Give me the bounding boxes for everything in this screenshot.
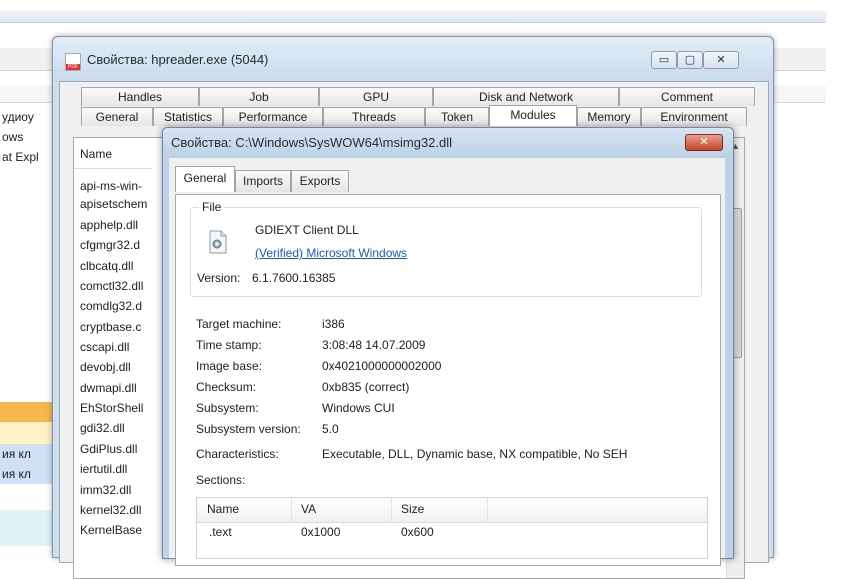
time-stamp-label: Time stamp: [196, 338, 262, 352]
list-item[interactable]: EhStorShell [80, 398, 154, 418]
list-item[interactable]: apphelp.dll [80, 215, 154, 235]
checksum-label: Checksum: [196, 380, 257, 394]
tab-token[interactable]: Token [425, 107, 489, 126]
dll-file-icon [207, 230, 229, 254]
column-divider[interactable] [291, 498, 292, 522]
subsystem-label: Subsystem: [196, 401, 259, 415]
image-base-value: 0x4021000000002000 [322, 359, 442, 373]
background-row[interactable]: удиоу [0, 110, 58, 128]
background-row-highlight[interactable] [0, 422, 56, 444]
column-header-size[interactable]: Size [401, 502, 424, 516]
file-description: GDIEXT Client DLL [255, 223, 359, 237]
list-item[interactable]: KernelBase [80, 520, 154, 540]
column-divider[interactable] [391, 498, 392, 522]
tab-dll-exports[interactable]: Exports [291, 170, 349, 192]
tab-environment[interactable]: Environment [641, 107, 747, 126]
list-item[interactable]: gdi32.dll [80, 418, 154, 438]
dialog-close-button[interactable]: ✕ [685, 134, 723, 151]
column-header-section-name[interactable]: Name [207, 502, 239, 516]
target-machine-label: Target machine: [196, 317, 282, 331]
minimize-button[interactable]: ▭ [651, 51, 677, 69]
section-name-cell[interactable]: .text [209, 525, 232, 539]
tab-job[interactable]: Job [199, 87, 319, 106]
sections-label: Sections: [196, 473, 246, 487]
list-item[interactable]: comctl32.dll [80, 276, 154, 296]
column-divider[interactable] [487, 498, 488, 522]
tab-handles[interactable]: Handles [81, 87, 199, 106]
sections-table: Name VA Size .text 0x1000 0x600 [196, 497, 708, 559]
dialog-title: Свойства: C:\Windows\SysWOW64\msimg32.dl… [171, 135, 453, 150]
dll-properties-dialog: Свойства: C:\Windows\SysWOW64\msimg32.dl… [162, 127, 734, 566]
tab-modules[interactable]: Modules [489, 105, 577, 126]
dialog-client-area: General Imports Exports File GDIEXT Clie… [169, 158, 725, 566]
checksum-value: 0xb835 (correct) [322, 380, 410, 394]
list-item[interactable]: api-ms-win- [80, 176, 154, 196]
subsystem-value: Windows CUI [322, 401, 395, 415]
column-header-va[interactable]: VA [301, 502, 316, 516]
tab-statistics[interactable]: Statistics [153, 107, 223, 126]
general-tab-page: File GDIEXT Client DLL (Verified) Micros… [175, 194, 721, 566]
background-menu-bar [0, 10, 826, 23]
list-item[interactable]: cscapi.dll [80, 337, 154, 357]
section-size-cell[interactable]: 0x600 [401, 525, 434, 539]
list-item[interactable]: kernel32.dll [80, 500, 154, 520]
tab-gpu[interactable]: GPU [319, 87, 433, 106]
window-title: Свойства: hpreader.exe (5044) [87, 52, 269, 67]
list-item[interactable]: cryptbase.c [80, 317, 154, 337]
background-row[interactable]: ия кл [0, 444, 58, 464]
tab-performance[interactable]: Performance [223, 107, 323, 126]
image-base-label: Image base: [196, 359, 263, 373]
version-label: Version: [197, 271, 241, 285]
list-item[interactable]: GdiPlus.dll [80, 439, 154, 459]
dialog-title-bar[interactable]: Свойства: C:\Windows\SysWOW64\msimg32.dl… [163, 128, 733, 158]
tab-comment[interactable]: Comment [619, 87, 755, 106]
maximize-button[interactable]: ▢ [677, 51, 703, 69]
subsystem-version-label: Subsystem version: [196, 422, 301, 436]
list-item[interactable]: cfgmgr32.d [80, 235, 154, 255]
time-stamp-value: 3:08:48 14.07.2009 [322, 338, 426, 352]
background-row[interactable]: ows [0, 130, 58, 148]
version-value: 6.1.7600.16385 [252, 271, 336, 285]
tab-dll-imports[interactable]: Imports [235, 170, 291, 192]
file-group-box: File GDIEXT Client DLL (Verified) Micros… [190, 200, 702, 297]
close-button[interactable]: ✕ [703, 51, 739, 69]
column-header-name[interactable]: Name [80, 147, 112, 161]
tab-memory[interactable]: Memory [577, 107, 641, 126]
sections-table-header: Name VA Size [197, 498, 707, 523]
tab-disk-and-network[interactable]: Disk and Network [433, 87, 619, 106]
window-title-bar[interactable]: PDF Свойства: hpreader.exe (5044) ▭ ▢ ✕ [53, 37, 773, 81]
list-header: Name [74, 138, 152, 169]
tab-threads[interactable]: Threads [323, 107, 425, 126]
list-item[interactable]: dwmapi.dll [80, 378, 154, 398]
list-item[interactable]: apisetschem [80, 194, 154, 214]
tab-general[interactable]: General [81, 107, 153, 126]
background-row-highlight[interactable] [0, 402, 56, 422]
list-item[interactable]: imm32.dll [80, 480, 154, 500]
background-row[interactable]: at Expl [0, 150, 58, 168]
subsystem-version-value: 5.0 [322, 422, 339, 436]
background-row-highlight[interactable] [0, 510, 56, 546]
pdf-file-icon: PDF [65, 53, 81, 71]
list-item[interactable]: devobj.dll [80, 357, 154, 377]
target-machine-value: i386 [322, 317, 345, 331]
tab-dll-general[interactable]: General [175, 166, 235, 192]
file-group-label: File [199, 200, 225, 214]
list-item[interactable]: iertutil.dll [80, 459, 154, 479]
characteristics-label: Characteristics: [196, 447, 279, 461]
verified-signer-link[interactable]: (Verified) Microsoft Windows [255, 246, 407, 260]
list-item[interactable]: comdlg32.d [80, 296, 154, 316]
background-row[interactable]: ия кл [0, 464, 58, 484]
characteristics-value: Executable, DLL, Dynamic base, NX compat… [322, 447, 628, 461]
background-top-strip [0, 0, 842, 10]
list-item[interactable]: clbcatq.dll [80, 256, 154, 276]
section-va-cell[interactable]: 0x1000 [301, 525, 340, 539]
